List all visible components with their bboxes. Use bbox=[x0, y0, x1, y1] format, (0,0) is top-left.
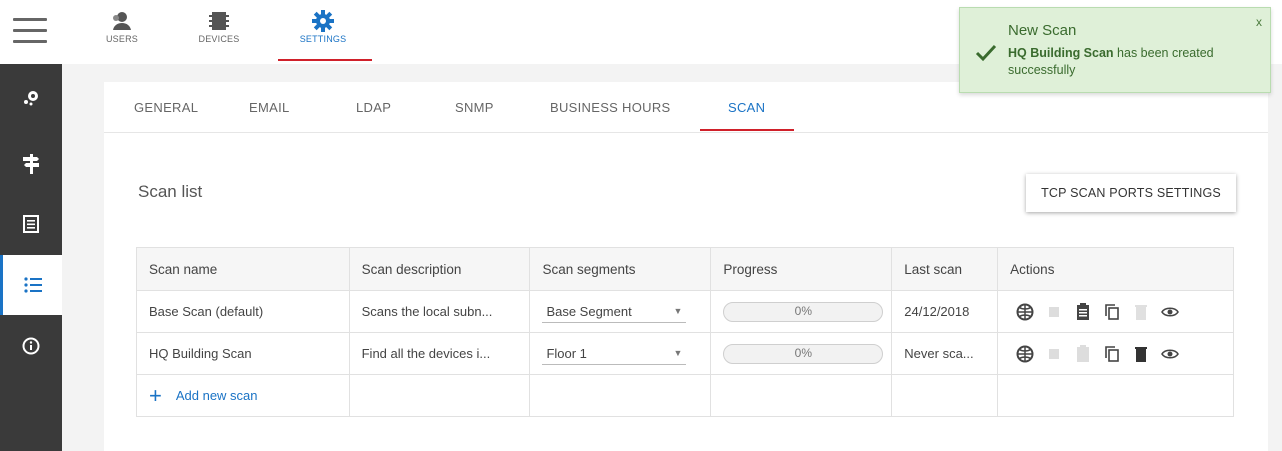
toast-scan-name: HQ Building Scan bbox=[1008, 46, 1114, 60]
stop-icon bbox=[1039, 344, 1068, 364]
nav-active-underline bbox=[278, 59, 372, 61]
check-icon bbox=[975, 44, 997, 62]
info-icon bbox=[22, 337, 40, 355]
rail-item-scan-nodes[interactable] bbox=[0, 68, 62, 128]
tcp-scan-ports-settings-button[interactable]: TCP SCAN PORTS SETTINGS bbox=[1026, 174, 1236, 212]
nav-devices[interactable]: DEVICES bbox=[194, 8, 244, 44]
table-row: HQ Building Scan Find all the devices i.… bbox=[136, 332, 1234, 375]
scan-nodes-icon bbox=[24, 91, 38, 106]
tab-scan[interactable]: SCAN bbox=[728, 100, 765, 115]
delete-icon[interactable] bbox=[1126, 344, 1155, 364]
report-icon[interactable] bbox=[1068, 302, 1097, 322]
close-icon[interactable]: x bbox=[1256, 15, 1262, 29]
empty-cell bbox=[349, 374, 531, 417]
col-last-scan: Last scan bbox=[891, 247, 999, 291]
last-scan-cell: 24/12/2018 bbox=[891, 290, 999, 333]
col-scan-name: Scan name bbox=[136, 247, 350, 291]
view-icon[interactable] bbox=[1155, 302, 1184, 322]
rail-item-list[interactable] bbox=[0, 255, 62, 315]
progress-text: 0% bbox=[794, 303, 812, 318]
rail-item-signpost[interactable] bbox=[0, 134, 62, 194]
progress-bar: 0% bbox=[723, 301, 884, 322]
nav-users[interactable]: USERS bbox=[102, 8, 142, 44]
table-row: Base Scan (default) Scans the local subn… bbox=[136, 290, 1234, 333]
segment-select-value: Floor 1 bbox=[546, 345, 587, 361]
chevron-down-icon: ▼ bbox=[673, 348, 683, 358]
users-icon bbox=[113, 12, 131, 30]
toast-message: HQ Building Scan has been created succes… bbox=[1008, 45, 1263, 79]
table-header-row: Scan name Scan description Scan segments… bbox=[136, 247, 1234, 291]
toast-title: New Scan bbox=[1008, 22, 1077, 39]
tab-business-hours[interactable]: BUSINESS HOURS bbox=[550, 100, 671, 115]
col-progress: Progress bbox=[710, 247, 893, 291]
col-scan-description: Scan description bbox=[349, 247, 531, 291]
delete-icon bbox=[1126, 302, 1155, 322]
empty-cell bbox=[529, 374, 712, 417]
scan-name-cell: HQ Building Scan bbox=[136, 332, 350, 375]
nav-users-label: USERS bbox=[105, 34, 138, 44]
add-new-scan-label: Add new scan bbox=[175, 388, 258, 403]
progress-cell: 0% bbox=[710, 332, 893, 375]
success-toast: New Scan HQ Building Scan has been creat… bbox=[959, 7, 1271, 93]
progress-bar: 0% bbox=[723, 343, 884, 364]
add-new-scan-cell: + Add new scan bbox=[136, 374, 350, 417]
segment-select[interactable]: Base Segment ▼ bbox=[542, 301, 687, 323]
document-icon bbox=[23, 215, 39, 233]
segment-select[interactable]: Floor 1 ▼ bbox=[542, 343, 687, 365]
copy-icon[interactable] bbox=[1097, 344, 1126, 364]
nav-devices-label: DEVICES bbox=[198, 34, 240, 44]
view-icon[interactable] bbox=[1155, 344, 1184, 364]
tab-ldap[interactable]: LDAP bbox=[356, 100, 391, 115]
tab-active-underline bbox=[700, 129, 794, 131]
rail-item-info[interactable] bbox=[0, 316, 62, 376]
scan-table: Scan name Scan description Scan segments… bbox=[136, 247, 1234, 417]
empty-cell bbox=[997, 374, 1234, 417]
left-rail bbox=[0, 0, 62, 451]
gear-icon bbox=[312, 10, 334, 32]
signpost-icon bbox=[23, 154, 39, 174]
hamburger-menu-button[interactable] bbox=[0, 0, 62, 64]
add-row: + Add new scan bbox=[136, 374, 1234, 417]
actions-cell bbox=[997, 290, 1234, 333]
chevron-down-icon: ▼ bbox=[673, 306, 683, 316]
col-actions: Actions bbox=[997, 247, 1234, 291]
plus-icon: + bbox=[149, 382, 162, 408]
copy-icon[interactable] bbox=[1097, 302, 1126, 322]
run-scan-icon[interactable] bbox=[1010, 344, 1039, 364]
section-title: Scan list bbox=[138, 182, 203, 201]
hamburger-menu-icon bbox=[13, 18, 47, 51]
rail-item-document[interactable] bbox=[0, 194, 62, 254]
tab-email[interactable]: EMAIL bbox=[249, 100, 290, 115]
tab-snmp[interactable]: SNMP bbox=[455, 100, 494, 115]
empty-cell bbox=[891, 374, 999, 417]
scan-description-cell: Scans the local subn... bbox=[349, 290, 531, 333]
report-icon bbox=[1068, 344, 1097, 364]
stop-icon bbox=[1039, 302, 1068, 322]
list-icon bbox=[23, 277, 42, 293]
empty-cell bbox=[710, 374, 893, 417]
scan-description-cell: Find all the devices i... bbox=[349, 332, 531, 375]
devices-icon bbox=[209, 12, 229, 30]
scan-name-cell: Base Scan (default) bbox=[136, 290, 350, 333]
nav-settings[interactable]: SETTINGS bbox=[298, 8, 348, 44]
tab-general[interactable]: GENERAL bbox=[134, 100, 198, 115]
settings-card: GENERAL EMAIL LDAP SNMP BUSINESS HOURS S… bbox=[104, 82, 1268, 451]
segment-select-value: Base Segment bbox=[546, 303, 632, 319]
actions-cell bbox=[997, 332, 1234, 375]
col-scan-segments: Scan segments bbox=[529, 247, 712, 291]
run-scan-icon[interactable] bbox=[1010, 302, 1039, 322]
progress-cell: 0% bbox=[710, 290, 893, 333]
scan-segment-cell: Floor 1 ▼ bbox=[529, 332, 712, 375]
nav-settings-label: SETTINGS bbox=[299, 34, 347, 44]
scan-segment-cell: Base Segment ▼ bbox=[529, 290, 712, 333]
progress-text: 0% bbox=[794, 345, 812, 360]
add-new-scan-button[interactable]: + Add new scan bbox=[149, 382, 348, 408]
last-scan-cell: Never sca... bbox=[891, 332, 999, 375]
